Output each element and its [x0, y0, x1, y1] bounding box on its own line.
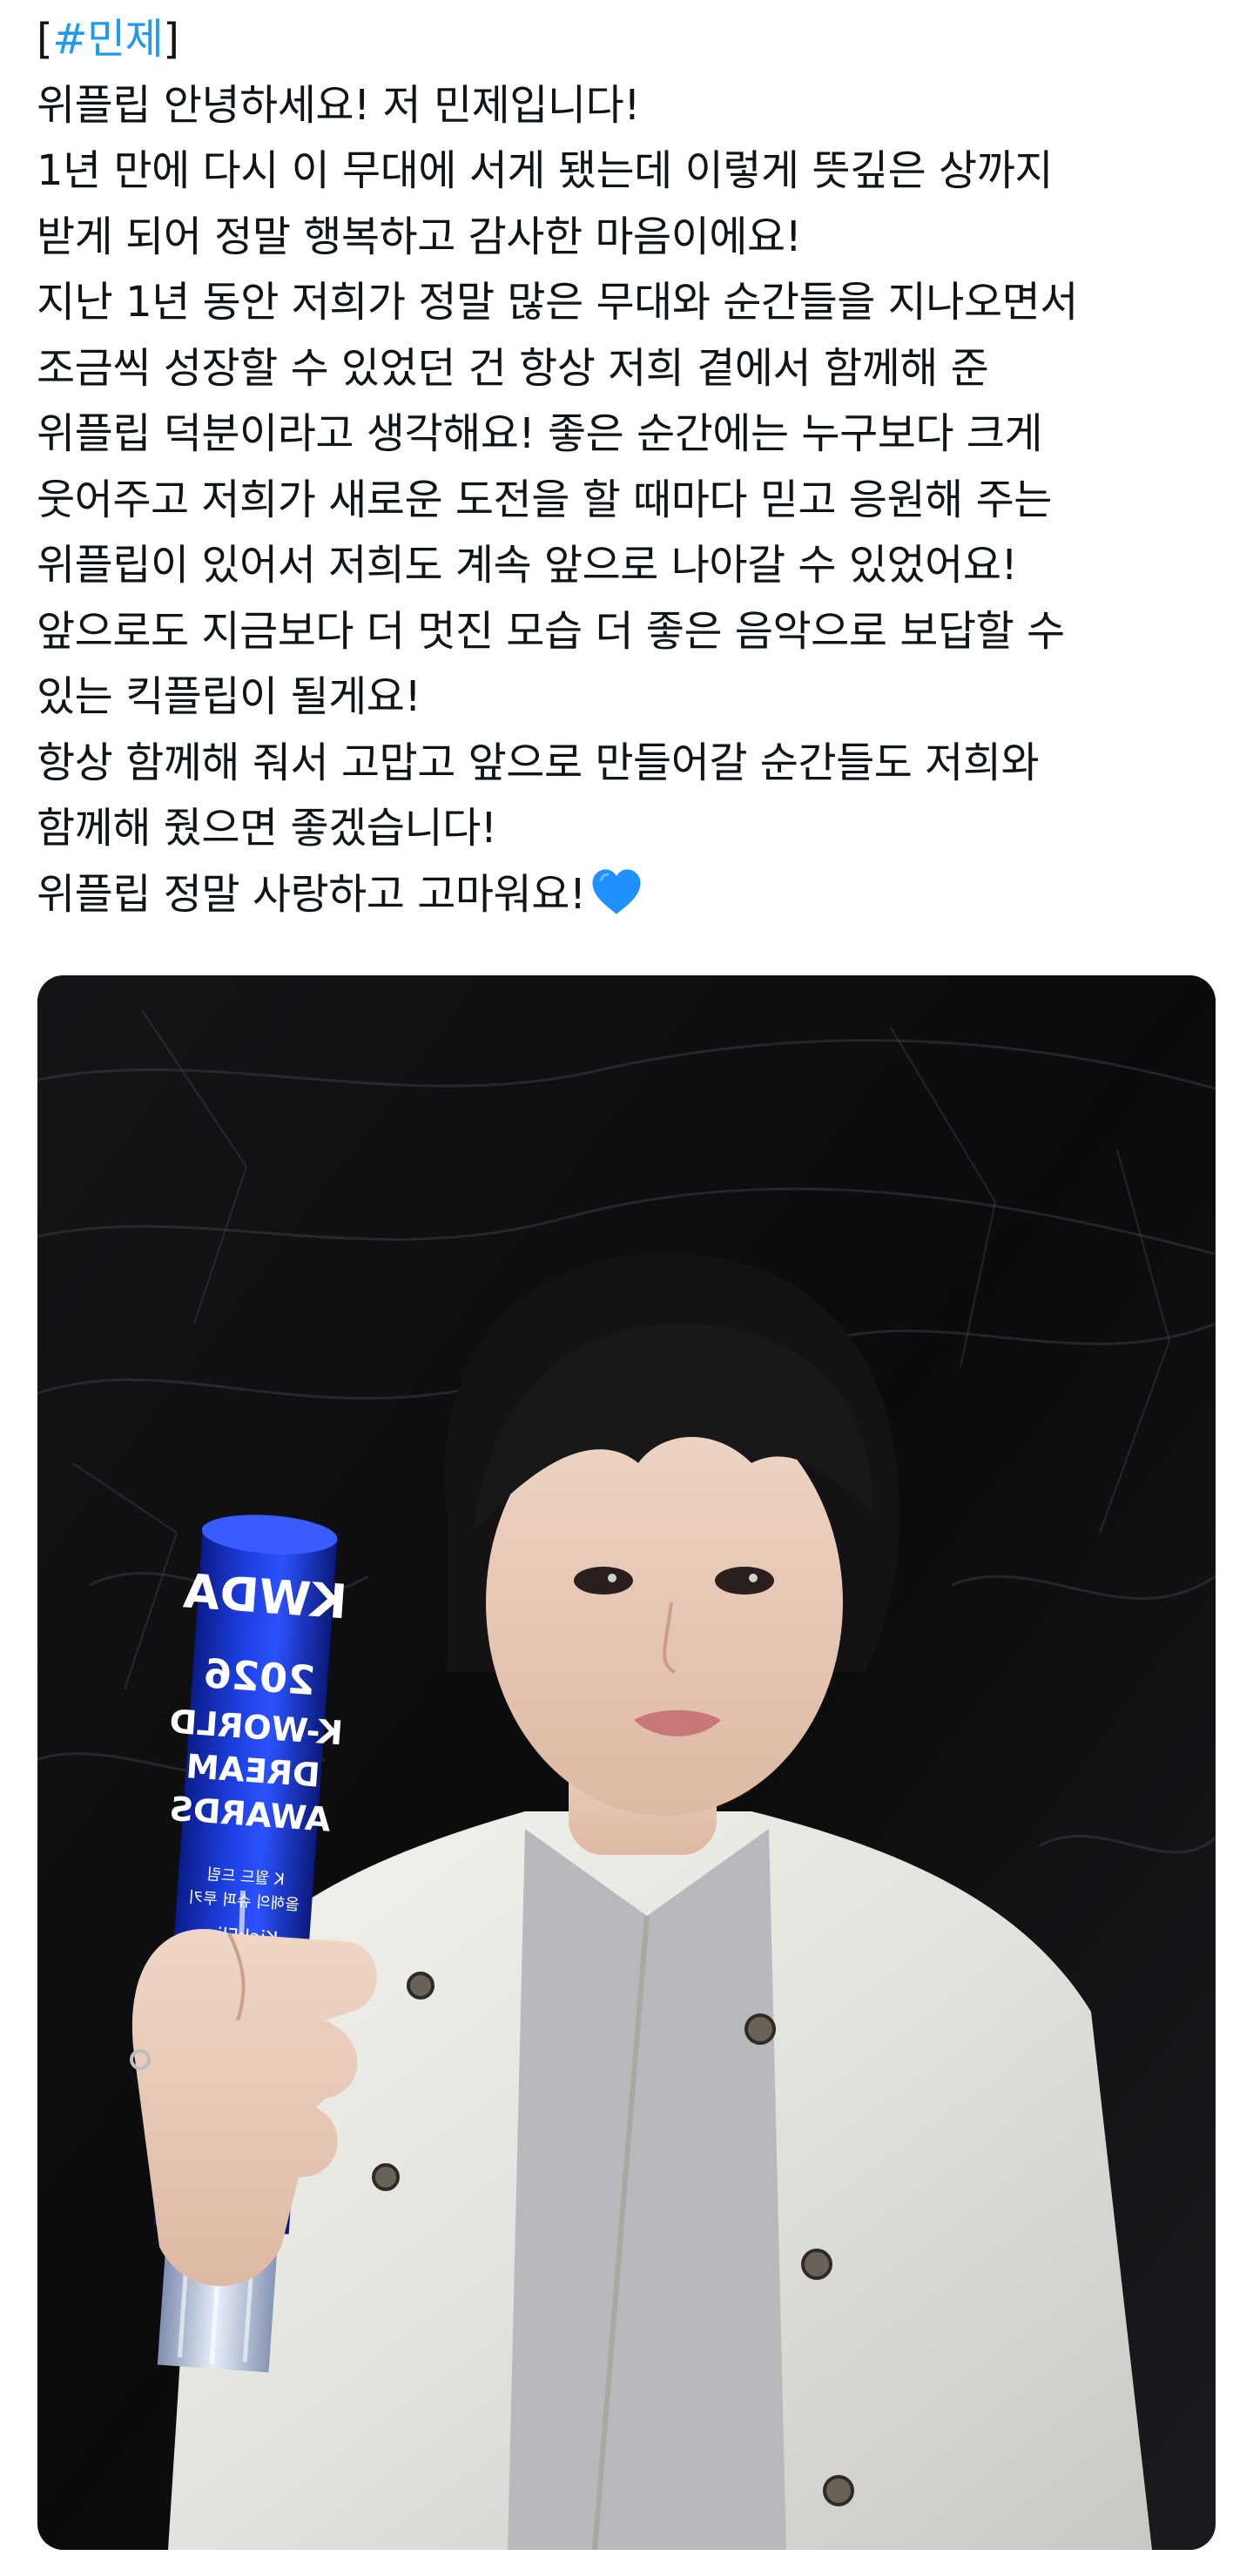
trophy-logo: KWDA: [181, 1563, 348, 1629]
trophy-text-line: 2026: [202, 1649, 316, 1704]
post-line: 위플립 덕분이라고 생각해요! 좋은 순간에는 누구보다 크게: [37, 409, 1043, 458]
hashtag-link[interactable]: #민제: [52, 15, 164, 64]
post-line: 웃어주고 저희가 새로운 도전을 할 때마다 믿고 응원해 주는: [37, 475, 1052, 524]
post-photo[interactable]: KWDA 2026 K-WORLD DREAM AWARDS K 월드 드림 올…: [37, 975, 1216, 2550]
hashtag-line: [#민제]: [37, 7, 1238, 73]
post-last-line-text: 위플립 정말 사랑하고 고마워요!: [37, 869, 586, 919]
post-line: 1년 만에 다시 이 무대에 서게 됐는데 이렇게 뜻깊은 상까지: [37, 146, 1054, 195]
blue-heart-icon: [588, 863, 645, 920]
photo-illustration: KWDA 2026 K-WORLD DREAM AWARDS K 월드 드림 올…: [37, 975, 1216, 2550]
post-line: 앞으로도 지금보다 더 멋진 모습 더 좋은 음악으로 보답할 수: [37, 606, 1065, 656]
post-line: 조금씩 성장할 수 있었던 건 항상 저희 곁에서 함께해 준: [37, 343, 989, 393]
post-line: 위플립이 있어서 저희도 계속 앞으로 나아갈 수 있었어요!: [37, 541, 1018, 590]
post-line: 받게 되어 정말 행복하고 감사한 마음이에요!: [37, 212, 802, 261]
post: [#민제] 위플립 안녕하세요! 저 민제입니다! 1년 만에 다시 이 무대에…: [0, 0, 1253, 2576]
hashtag-open-bracket: [: [37, 15, 53, 64]
hashtag-close-bracket: ]: [163, 15, 179, 64]
post-last-line: 위플립 정말 사랑하고 고마워요!: [37, 862, 1238, 928]
post-line: 지난 1년 동안 저희가 정말 많은 무대와 순간들을 지나오면서: [37, 278, 1078, 327]
post-text: [#민제] 위플립 안녕하세요! 저 민제입니다! 1년 만에 다시 이 무대에…: [37, 7, 1238, 927]
post-line: 위플립 안녕하세요! 저 민제입니다!: [37, 80, 641, 130]
post-line: 항상 함께해 줘서 고맙고 앞으로 만들어갈 순간들도 저희와: [37, 738, 1040, 787]
post-line: 있는 킥플립이 될게요!: [37, 672, 421, 721]
post-line: 함께해 줬으면 좋겠습니다!: [37, 804, 497, 853]
